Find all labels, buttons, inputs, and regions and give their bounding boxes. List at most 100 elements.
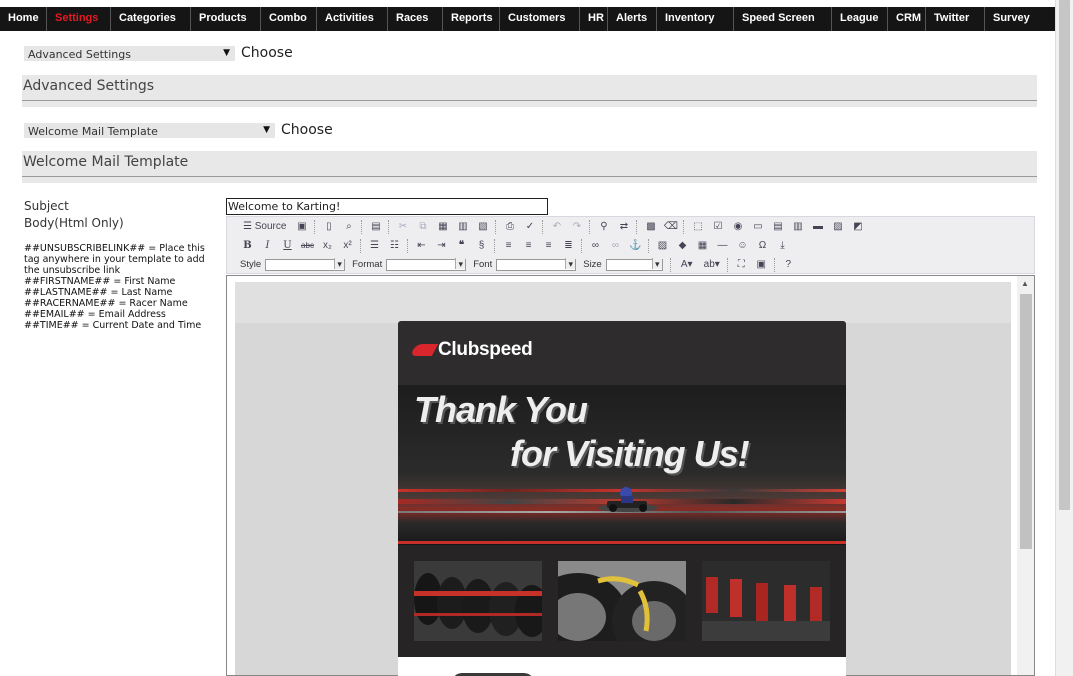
nav-speed-screen[interactable]: Speed Screen [734, 7, 832, 31]
nav-inventory[interactable]: Inventory [657, 7, 734, 31]
help-line: ##UNSUBSCRIBELINK## = Place this tag any… [24, 243, 205, 276]
unlink-icon[interactable]: ∞ [607, 238, 624, 253]
background-color-icon[interactable]: ab▾ [701, 257, 723, 272]
nav-settings[interactable]: Settings [47, 7, 111, 31]
cut-icon[interactable]: ✂ [394, 219, 411, 234]
align-left-icon[interactable]: ≡ [500, 238, 517, 253]
image-button-icon[interactable]: ▨ [829, 219, 846, 234]
paste-icon[interactable]: ▦ [434, 219, 451, 234]
replace-icon[interactable]: ⇄ [615, 219, 632, 234]
numbered-list-icon[interactable]: ☰ [366, 238, 383, 253]
section-divider [22, 101, 1037, 107]
form-icon[interactable]: ⬚ [689, 219, 706, 234]
div-container-icon[interactable]: § [473, 238, 490, 253]
font-select[interactable] [496, 257, 577, 271]
help-line: ##EMAIL## = Email Address [24, 309, 166, 320]
choose-settings-button[interactable]: Choose [241, 45, 293, 61]
paste-word-icon[interactable]: ▧ [474, 219, 491, 234]
redo-icon[interactable]: ↷ [568, 219, 585, 234]
button-field-icon[interactable]: ▬ [809, 219, 826, 234]
textarea-icon[interactable]: ▤ [769, 219, 786, 234]
find-icon[interactable]: ⚲ [595, 219, 612, 234]
editor-scrollbar[interactable]: ▲ [1017, 276, 1034, 675]
nav-twitter[interactable]: Twitter [926, 7, 985, 31]
toolbar-separator [726, 257, 729, 272]
new-page-icon[interactable]: ▯ [320, 219, 337, 234]
print-icon[interactable]: ⎙ [501, 219, 518, 234]
toolbar-separator [773, 257, 776, 272]
table-icon[interactable]: ▦ [694, 238, 711, 253]
indent-icon[interactable]: ⇥ [433, 238, 450, 253]
spellcheck-icon[interactable]: ✓ [521, 219, 538, 234]
nav-combo[interactable]: Combo [261, 7, 317, 31]
italic-icon[interactable]: I [259, 238, 276, 253]
nav-crm[interactable]: CRM [888, 7, 926, 31]
toolbar-separator [542, 219, 544, 234]
paste-text-icon[interactable]: ▥ [454, 219, 471, 234]
nav-products[interactable]: Products [191, 7, 261, 31]
textfield-icon[interactable]: ▭ [749, 219, 766, 234]
template-select[interactable]: Welcome Mail Template ▼ [24, 123, 275, 138]
nav-categories[interactable]: Categories [111, 7, 191, 31]
smiley-icon[interactable]: ☺ [734, 238, 751, 253]
maximize-icon[interactable]: ⛶ [733, 257, 750, 272]
underline-icon[interactable]: U [279, 238, 296, 253]
choose-template-button[interactable]: Choose [281, 122, 333, 138]
page-break-icon[interactable]: ⤓ [774, 238, 791, 253]
show-blocks-icon[interactable]: ▣ [753, 257, 770, 272]
anchor-icon[interactable]: ⚓ [627, 238, 644, 253]
toolbar-separator [648, 238, 650, 253]
source-button[interactable]: ☰ Source [239, 219, 290, 234]
select-field-icon[interactable]: ▥ [789, 219, 806, 234]
subject-input[interactable]: Welcome to Karting! [226, 198, 548, 215]
justify-icon[interactable]: ≣ [560, 238, 577, 253]
nav-customers[interactable]: Customers [500, 7, 580, 31]
nav-alerts[interactable]: Alerts [608, 7, 657, 31]
align-center-icon[interactable]: ≡ [520, 238, 537, 253]
templates-icon[interactable]: ▤ [367, 219, 384, 234]
undo-icon[interactable]: ↶ [548, 219, 565, 234]
scroll-up-icon[interactable]: ▲ [1021, 279, 1029, 288]
remove-format-icon[interactable]: ⌫ [662, 219, 679, 234]
editor-scrollbar-thumb[interactable] [1020, 294, 1032, 549]
font-label: Font [473, 259, 493, 270]
style-select[interactable] [265, 257, 346, 271]
radio-icon[interactable]: ◉ [729, 219, 746, 234]
nav-survey[interactable]: Survey [985, 7, 1037, 31]
settings-select[interactable]: Advanced Settings ▼ [24, 46, 235, 61]
bullet-list-icon[interactable]: ☷ [386, 238, 403, 253]
nav-activities[interactable]: Activities [317, 7, 388, 31]
copy-icon[interactable]: ⧉ [414, 219, 431, 234]
image-icon[interactable]: ▨ [654, 238, 671, 253]
format-select[interactable] [386, 257, 467, 271]
style-label: Style [240, 259, 262, 270]
checkbox-icon[interactable]: ☑ [709, 219, 726, 234]
bold-icon[interactable]: B [239, 238, 256, 253]
format-label: Format [352, 259, 383, 270]
horizontal-rule-icon[interactable]: ― [714, 238, 731, 253]
nav-reports[interactable]: Reports [443, 7, 500, 31]
size-select[interactable] [605, 257, 663, 271]
nav-hr[interactable]: HR [580, 7, 608, 31]
nav-home[interactable]: Home [0, 7, 47, 31]
align-right-icon[interactable]: ≡ [540, 238, 557, 253]
special-char-icon[interactable]: Ω [754, 238, 771, 253]
superscript-icon[interactable]: x² [339, 238, 356, 253]
text-color-icon[interactable]: A▾ [676, 257, 698, 272]
preview-icon[interactable]: ⌕ [340, 219, 357, 234]
select-all-icon[interactable]: ▩ [642, 219, 659, 234]
help-icon[interactable]: ? [780, 257, 797, 272]
link-icon[interactable]: ∞ [587, 238, 604, 253]
email-footer [398, 657, 846, 676]
hidden-field-icon[interactable]: ◩ [849, 219, 866, 234]
page-scrollbar-thumb[interactable] [1059, 0, 1070, 510]
outdent-icon[interactable]: ⇤ [413, 238, 430, 253]
save-icon[interactable]: ▣ [293, 219, 310, 234]
strike-icon[interactable]: abc [299, 238, 316, 253]
blockquote-icon[interactable]: ❝ [453, 238, 470, 253]
nav-races[interactable]: Races [388, 7, 443, 31]
nav-league[interactable]: League [832, 7, 888, 31]
flash-icon[interactable]: ◆ [674, 238, 691, 253]
page-scrollbar[interactable] [1055, 0, 1073, 676]
subscript-icon[interactable]: x₂ [319, 238, 336, 253]
